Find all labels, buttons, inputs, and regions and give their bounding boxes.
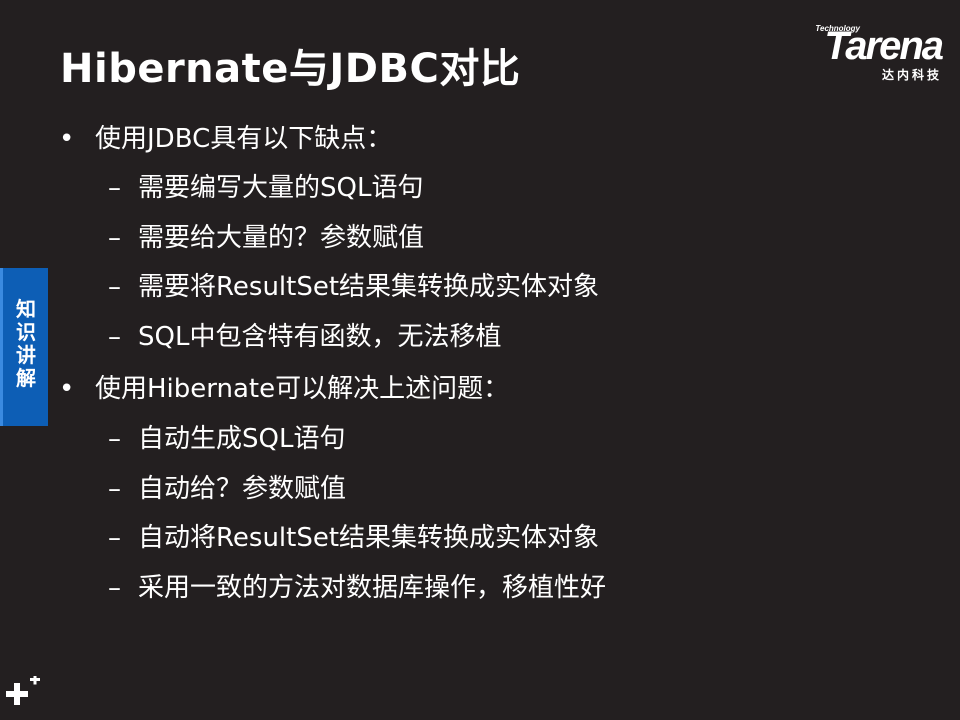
sub-bullet-item: – SQL中包含特有函数，无法移植 [108, 320, 502, 354]
dash-marker: – [108, 173, 121, 203]
sub-bullet-text: 需要编写大量的SQL语句 [138, 173, 424, 203]
bullet-item: • 使用Hibernate可以解决上述问题： [59, 372, 510, 406]
dash-marker: – [108, 322, 121, 352]
slide-title: Hibernate与JDBC对比 [60, 46, 521, 92]
sub-bullet-text: 采用一致的方法对数据库操作，移植性好 [138, 573, 607, 603]
bullet-text: 使用Hibernate可以解决上述问题： [95, 374, 510, 404]
plus-icon [6, 676, 40, 705]
sub-bullet-text: 自动将ResultSet结果集转换成实体对象 [138, 523, 600, 553]
dash-marker: – [108, 523, 121, 553]
bullet-item: • 使用JDBC具有以下缺点： [59, 122, 393, 156]
dash-marker: – [108, 573, 121, 603]
dash-marker: – [108, 223, 121, 253]
side-tab-label: 知识讲解 [16, 297, 36, 390]
bullet-marker: • [59, 124, 75, 154]
sub-bullet-text: SQL中包含特有函数，无法移植 [138, 322, 502, 352]
dash-marker: – [108, 474, 121, 504]
sub-bullet-text: 自动给？参数赋值 [138, 474, 347, 504]
sub-bullet-item: – 需要给大量的？参数赋值 [108, 221, 425, 255]
sub-bullet-text: 需要将ResultSet结果集转换成实体对象 [138, 272, 600, 302]
sub-bullet-item: – 自动将ResultSet结果集转换成实体对象 [108, 521, 600, 555]
sub-bullet-item: – 自动给？参数赋值 [108, 472, 347, 506]
tarena-logo: Technology Tarena 达内科技 [776, 24, 946, 84]
bullet-text: 使用JDBC具有以下缺点： [95, 124, 393, 154]
sub-bullet-item: – 自动生成SQL语句 [108, 422, 346, 456]
bullet-marker: • [59, 374, 75, 404]
side-tab: 知识讲解 [0, 268, 48, 426]
logo-chinese-text: 达内科技 [881, 68, 942, 82]
dash-marker: – [108, 424, 121, 454]
sub-bullet-item: – 需要编写大量的SQL语句 [108, 171, 424, 205]
sub-bullet-item: – 需要将ResultSet结果集转换成实体对象 [108, 270, 600, 304]
sub-bullet-text: 自动生成SQL语句 [138, 424, 346, 454]
logo-wordmark: Tarena [824, 24, 944, 68]
sub-bullet-text: 需要给大量的？参数赋值 [138, 223, 425, 253]
sub-bullet-item: – 采用一致的方法对数据库操作，移植性好 [108, 571, 607, 605]
dash-marker: – [108, 272, 121, 302]
